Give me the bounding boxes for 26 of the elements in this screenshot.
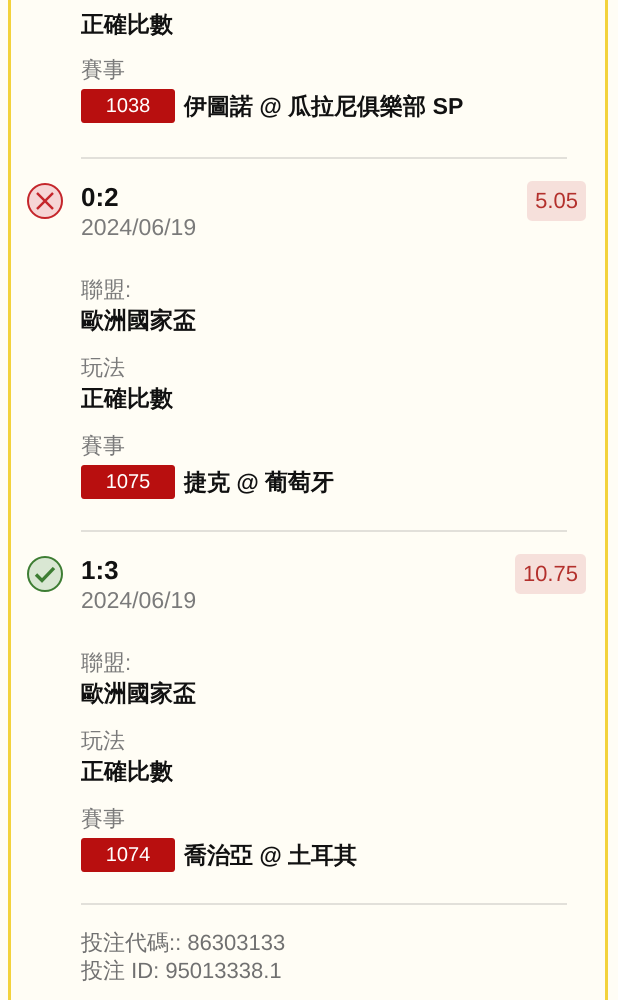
odds-badge: 10.75 [514,554,586,594]
match-number-badge: 1075 [81,465,175,499]
event-label: 賽事 [81,432,126,460]
bet-type-label: 玩法 [81,727,126,755]
score-selection: 0:2 [81,181,120,213]
league-label: 聯盟: [81,649,132,677]
bet-type-value: 正確比數 [81,757,174,786]
league-value: 歐洲國家盃 [81,306,197,335]
match-name: 伊圖諾 @ 瓜拉尼俱樂部 SP [184,92,464,120]
event-label: 賽事 [81,56,126,84]
score-selection: 1:3 [81,554,120,586]
match-number-badge: 1038 [81,89,175,123]
date: 2024/06/19 [81,586,196,614]
bet-reference: 投注代碼:: 86303133 [81,929,286,957]
match-name: 捷克 @ 葡萄牙 [184,468,334,496]
league-value: 歐洲國家盃 [81,679,197,708]
date: 2024/06/19 [81,213,196,241]
bet-type-value: 正確比數 [81,10,174,39]
bet-type-value: 正確比數 [81,384,174,413]
bet-type-label: 玩法 [81,354,126,382]
event-label: 賽事 [81,805,126,833]
league-label: 聯盟: [81,276,132,304]
odds-badge: 5.05 [527,181,586,221]
match-name: 喬治亞 @ 土耳其 [184,840,358,870]
match-number-badge: 1074 [81,838,175,872]
bet-reference: 投注 ID: 95013338.1 [81,957,283,985]
